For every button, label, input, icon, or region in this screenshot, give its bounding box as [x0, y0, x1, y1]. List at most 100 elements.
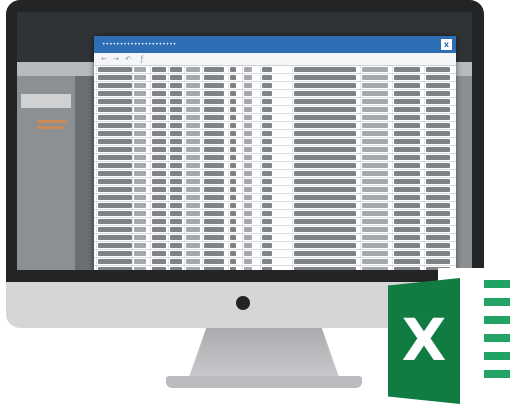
table-cell	[98, 267, 132, 270]
dialog-title-bar: ••••••••••••••••••••• x	[94, 36, 456, 53]
export-dialog[interactable]: ••••••••••••••••••••• x ← → ↶ ƒ	[94, 36, 456, 270]
table-row[interactable]	[94, 130, 456, 138]
table-cell	[134, 267, 146, 270]
table-cell	[170, 107, 182, 112]
table-cell	[262, 211, 272, 216]
undo-icon[interactable]: ↶	[124, 55, 132, 63]
table-row[interactable]	[94, 210, 456, 218]
back-icon[interactable]: ←	[100, 55, 108, 63]
table-cell	[426, 227, 450, 232]
table-cell	[230, 83, 236, 88]
table-cell	[186, 195, 200, 200]
table-cell	[98, 99, 132, 104]
table-cell	[152, 211, 166, 216]
table-row[interactable]	[94, 146, 456, 154]
table-cell	[244, 219, 252, 224]
table-cell	[262, 203, 272, 208]
table-cell	[152, 147, 166, 152]
excel-line	[484, 334, 510, 342]
table-cell	[262, 155, 272, 160]
table-row[interactable]	[94, 242, 456, 250]
table-row[interactable]	[94, 202, 456, 210]
table-row[interactable]	[94, 90, 456, 98]
table-cell	[230, 67, 236, 72]
table-row[interactable]	[94, 234, 456, 242]
table-cell	[186, 243, 200, 248]
table-cell	[170, 91, 182, 96]
spreadsheet-grid[interactable]	[94, 66, 456, 270]
table-row[interactable]	[94, 170, 456, 178]
table-row[interactable]	[94, 82, 456, 90]
table-row[interactable]	[94, 66, 456, 74]
table-cell	[230, 235, 236, 240]
table-row[interactable]	[94, 162, 456, 170]
table-cell	[244, 171, 252, 176]
table-cell	[426, 91, 450, 96]
table-cell	[244, 251, 252, 256]
table-row[interactable]	[94, 122, 456, 130]
close-button[interactable]: x	[441, 39, 452, 50]
table-row[interactable]	[94, 226, 456, 234]
table-cell	[204, 155, 224, 160]
table-row[interactable]	[94, 114, 456, 122]
table-cell	[98, 235, 132, 240]
table-row[interactable]	[94, 154, 456, 162]
table-cell	[244, 123, 252, 128]
table-cell	[204, 147, 224, 152]
table-cell	[230, 163, 236, 168]
table-cell	[230, 131, 236, 136]
table-row[interactable]	[94, 218, 456, 226]
table-cell	[98, 91, 132, 96]
table-cell	[394, 171, 420, 176]
table-cell	[204, 107, 224, 112]
table-cell	[152, 115, 166, 120]
table-cell	[230, 267, 236, 270]
sidebar-orange-text	[37, 120, 67, 123]
table-cell	[426, 75, 450, 80]
excel-line	[484, 370, 510, 378]
table-cell	[170, 163, 182, 168]
table-cell	[204, 211, 224, 216]
table-cell	[230, 203, 236, 208]
table-cell	[294, 67, 356, 72]
table-row[interactable]	[94, 98, 456, 106]
table-cell	[152, 219, 166, 224]
table-cell	[426, 67, 450, 72]
table-cell	[426, 187, 450, 192]
table-cell	[134, 211, 146, 216]
table-row[interactable]	[94, 266, 456, 270]
table-cell	[294, 203, 356, 208]
table-cell	[152, 83, 166, 88]
fx-icon[interactable]: ƒ	[138, 55, 146, 63]
table-cell	[362, 227, 388, 232]
table-row[interactable]	[94, 74, 456, 82]
table-row[interactable]	[94, 186, 456, 194]
table-row[interactable]	[94, 250, 456, 258]
table-cell	[262, 251, 272, 256]
table-cell	[230, 115, 236, 120]
table-row[interactable]	[94, 258, 456, 266]
table-row[interactable]	[94, 194, 456, 202]
table-cell	[244, 243, 252, 248]
table-cell	[362, 251, 388, 256]
forward-icon[interactable]: →	[112, 55, 120, 63]
table-cell	[244, 107, 252, 112]
table-row[interactable]	[94, 106, 456, 114]
table-row[interactable]	[94, 178, 456, 186]
table-cell	[244, 139, 252, 144]
table-cell	[294, 211, 356, 216]
table-cell	[362, 91, 388, 96]
table-row[interactable]	[94, 138, 456, 146]
table-cell	[426, 243, 450, 248]
table-cell	[262, 171, 272, 176]
table-cell	[204, 163, 224, 168]
table-cell	[204, 195, 224, 200]
table-cell	[244, 179, 252, 184]
table-cell	[394, 187, 420, 192]
table-cell	[134, 67, 146, 72]
table-cell	[134, 155, 146, 160]
table-cell	[98, 251, 132, 256]
table-cell	[244, 155, 252, 160]
table-cell	[262, 131, 272, 136]
table-cell	[186, 107, 200, 112]
